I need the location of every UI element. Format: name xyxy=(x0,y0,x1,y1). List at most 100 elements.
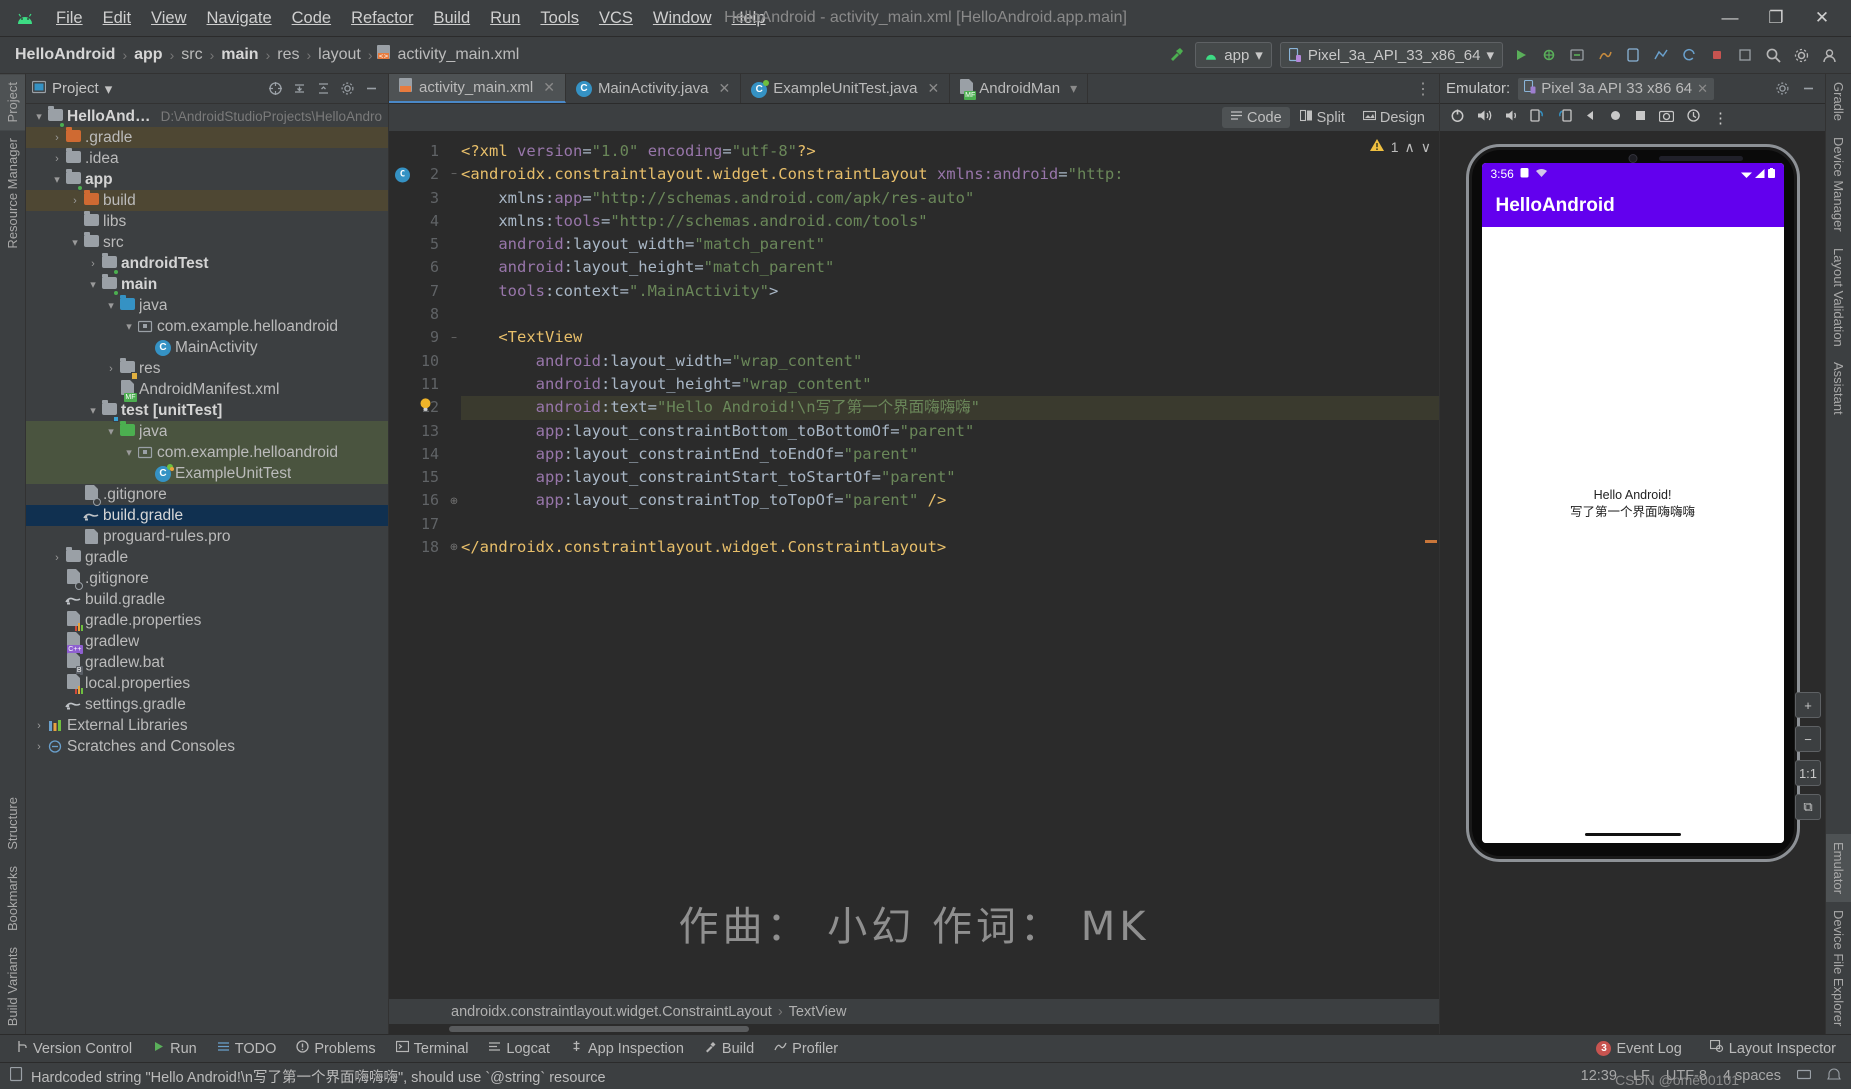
expand-all-icon[interactable] xyxy=(288,78,310,100)
locate-file-icon[interactable] xyxy=(264,78,286,100)
code-line[interactable]: app:layout_constraintTop_toTopOf="parent… xyxy=(461,489,1439,512)
editor-tab[interactable]: C MainActivity.java ✕ xyxy=(566,74,742,103)
tool-event-log[interactable]: 3 Event Log xyxy=(1587,1038,1690,1060)
close-icon[interactable]: ▾ xyxy=(1070,80,1077,97)
code-line[interactable]: android:layout_width="match_parent" xyxy=(461,233,1439,256)
home-icon[interactable] xyxy=(1609,109,1622,127)
code-line[interactable]: android:layout_width="wrap_content" xyxy=(461,350,1439,373)
intention-bulb-icon[interactable] xyxy=(419,396,432,419)
code-fold-toggle[interactable]: ⊕ xyxy=(447,489,461,512)
rail-tab-structure[interactable]: Structure xyxy=(0,789,25,858)
breadcrumb-item-app[interactable]: app xyxy=(131,44,165,66)
tool-layout-inspector[interactable]: Layout Inspector xyxy=(1701,1037,1845,1060)
tree-node[interactable]: local.properties xyxy=(26,673,388,694)
menu-run[interactable]: Run xyxy=(480,5,530,32)
settings-gear-icon[interactable] xyxy=(1787,41,1815,69)
code-line[interactable]: <TextView xyxy=(461,326,1439,349)
chevron-down-icon[interactable]: ▾ xyxy=(68,236,82,249)
chevron-right-icon[interactable]: › xyxy=(32,720,46,732)
menu-build[interactable]: Build xyxy=(423,5,480,32)
zoom-out-button[interactable]: − xyxy=(1795,726,1821,752)
rail-tab-assistant[interactable]: Assistant xyxy=(1826,354,1851,423)
app-content[interactable]: Hello Android! 写了第一个界面嗨嗨嗨 xyxy=(1481,227,1784,843)
menu-bar[interactable]: File Edit View Navigate Code Refactor Bu… xyxy=(46,5,776,32)
editor-tab[interactable]: C ExampleUnitTest.java ✕ xyxy=(741,74,951,103)
chevron-right-icon[interactable]: › xyxy=(68,195,82,207)
sdk-manager-icon[interactable] xyxy=(1647,41,1675,69)
device-selector[interactable]: Pixel_3a_API_33_x86_64 ▾ xyxy=(1279,42,1503,68)
chevron-right-icon[interactable]: › xyxy=(50,132,64,144)
chevron-right-icon[interactable]: › xyxy=(32,741,46,753)
sync-gradle-icon[interactable] xyxy=(1675,41,1703,69)
tree-node[interactable]: ▾ java xyxy=(26,420,388,442)
chevron-down-icon[interactable]: ▾ xyxy=(104,299,118,312)
zoom-in-button[interactable]: + xyxy=(1795,692,1821,718)
code-line[interactable]: xmlns:app="http://schemas.android.com/ap… xyxy=(461,187,1439,210)
search-icon[interactable] xyxy=(1759,41,1787,69)
breadcrumb-item-src[interactable]: src xyxy=(178,44,205,66)
close-icon[interactable]: ✕ xyxy=(719,80,731,97)
chevron-down-icon[interactable]: ▾ xyxy=(122,446,136,459)
chevron-down-icon[interactable]: ▾ xyxy=(86,278,100,291)
close-icon[interactable]: ✕ xyxy=(1697,81,1708,97)
editor-breadcrumb-root[interactable]: androidx.constraintlayout.widget.Constra… xyxy=(451,1004,772,1020)
chevron-right-icon[interactable]: › xyxy=(50,552,64,564)
phone-screen[interactable]: 3:56 HelloAndroid Hello Android! 写了第一个界面… xyxy=(1481,163,1784,843)
tree-node[interactable]: ▾ com.example.helloandroid xyxy=(26,316,388,337)
chevron-right-icon[interactable]: › xyxy=(104,363,118,375)
code-line[interactable] xyxy=(461,303,1439,326)
tool-app-inspection[interactable]: App Inspection xyxy=(561,1037,693,1060)
tool-terminal[interactable]: Terminal xyxy=(387,1037,478,1060)
inspection-widget[interactable]: 1 ∧ ∨ xyxy=(1369,138,1431,156)
tree-node[interactable]: C++ gradlew xyxy=(26,631,388,654)
rail-tab-project[interactable]: Project xyxy=(0,74,25,131)
code-editor[interactable]: 1 2 C 3 4 5 6 7 8 9 10 11 12 13 14 15 16 17 18 − − ⊕ ⊕ <?xml … xyxy=(389,132,1439,998)
tool-logcat[interactable]: Logcat xyxy=(479,1037,559,1060)
back-icon[interactable] xyxy=(1584,109,1597,127)
chevron-down-icon[interactable]: ▾ xyxy=(50,173,64,186)
close-icon[interactable]: ✕ xyxy=(928,80,940,97)
tree-node[interactable]: › External Libraries xyxy=(26,715,388,736)
menu-file[interactable]: File xyxy=(46,5,93,32)
tree-node[interactable]: › Scratches and Consoles xyxy=(26,736,388,757)
code-line[interactable]: <?xml version="1.0" encoding="utf-8"?> xyxy=(461,140,1439,163)
tab-overflow-icon[interactable]: ⋮ xyxy=(1407,74,1439,103)
collapse-all-icon[interactable] xyxy=(312,78,334,100)
tree-node[interactable]: › res xyxy=(26,357,388,380)
code-content[interactable]: <?xml version="1.0" encoding="utf-8"?> <a… xyxy=(461,132,1439,998)
chevron-right-icon[interactable]: › xyxy=(50,153,64,165)
breadcrumb-item-file[interactable]: activity_main.xml xyxy=(395,44,523,66)
next-problem-icon[interactable]: ∨ xyxy=(1421,139,1431,156)
tree-node[interactable]: settings.gradle xyxy=(26,694,388,715)
rail-tab-layout-validation[interactable]: Layout Validation xyxy=(1826,240,1851,355)
rail-tab-device-file-explorer[interactable]: Device File Explorer xyxy=(1826,902,1851,1034)
stop-button[interactable] xyxy=(1703,41,1731,69)
tree-node[interactable]: ▾ com.example.helloandroid xyxy=(26,442,388,463)
volume-up-icon[interactable] xyxy=(1477,108,1493,128)
emulated-phone[interactable]: 3:56 HelloAndroid Hello Android! 写了第一个界面… xyxy=(1465,144,1800,862)
layout-inspector-icon[interactable] xyxy=(1731,41,1759,69)
editor-tab[interactable]: MF AndroidMan ▾ xyxy=(950,74,1089,103)
editor-breadcrumb[interactable]: androidx.constraintlayout.widget.Constra… xyxy=(389,998,1439,1024)
breadcrumb-item-project[interactable]: HelloAndroid xyxy=(12,44,118,66)
class-gutter-icon[interactable]: C xyxy=(395,167,410,183)
build-hammer-icon[interactable] xyxy=(1163,41,1191,69)
power-icon[interactable] xyxy=(1450,108,1465,128)
zoom-fit-button[interactable]: ⧉ xyxy=(1795,794,1821,820)
menu-tools[interactable]: Tools xyxy=(530,5,589,32)
rail-tab-gradle[interactable]: Gradle xyxy=(1826,74,1851,129)
zoom-actual-button[interactable]: 1:1 xyxy=(1795,760,1821,786)
tree-node[interactable]: › build xyxy=(26,189,388,211)
tree-node[interactable]: ▾ app xyxy=(26,168,388,191)
chevron-right-icon[interactable]: › xyxy=(86,258,100,270)
tree-node[interactable]: › androidTest xyxy=(26,252,388,275)
menu-vcs[interactable]: VCS xyxy=(589,5,643,32)
profiler-icon[interactable] xyxy=(1591,41,1619,69)
code-fold-toggle[interactable]: − xyxy=(447,326,461,349)
editor-horizontal-scrollbar[interactable] xyxy=(389,1024,1439,1034)
tool-problems[interactable]: Problems xyxy=(287,1037,384,1060)
gear-icon[interactable] xyxy=(1771,78,1793,100)
minimize-icon[interactable] xyxy=(1797,78,1819,100)
tree-node[interactable]: ▾ src xyxy=(26,231,388,253)
menu-navigate[interactable]: Navigate xyxy=(197,5,282,32)
